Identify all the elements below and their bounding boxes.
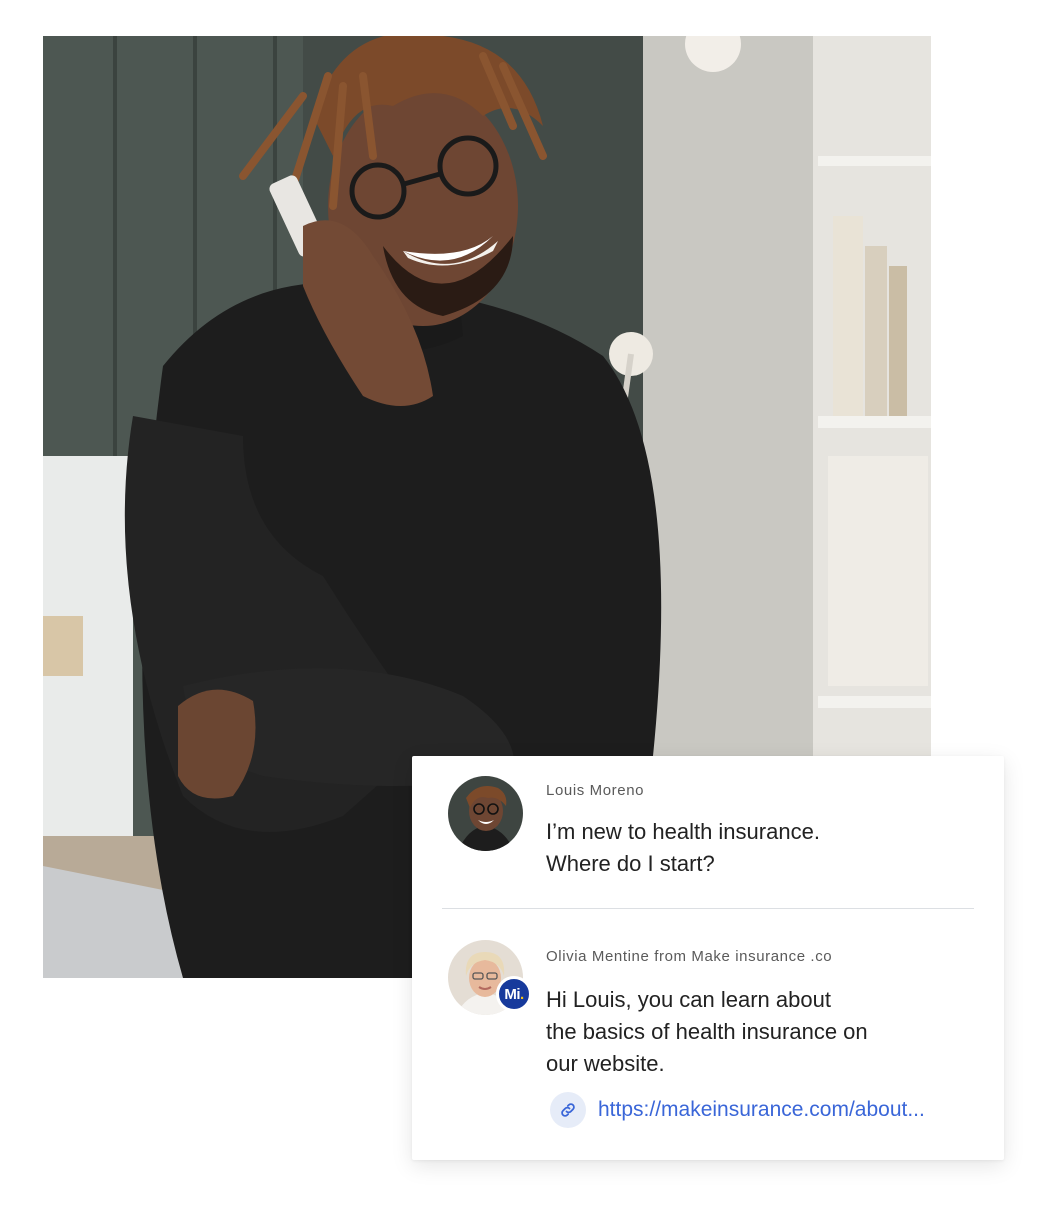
chat-card: Louis Moreno I’m new to health insurance… — [412, 756, 1004, 1160]
message-link[interactable]: https://makeinsurance.com/about... — [550, 1092, 925, 1128]
link-url[interactable]: https://makeinsurance.com/about... — [598, 1098, 925, 1122]
louis-avatar-illustration — [448, 776, 523, 851]
message-text: I’m new to health insurance. Where do I … — [546, 819, 820, 876]
sender-name: Louis Moreno — [546, 782, 645, 799]
brand-badge: Mi. — [496, 976, 532, 1012]
avatar-louis — [448, 776, 523, 851]
divider — [442, 908, 974, 909]
link-icon — [550, 1092, 586, 1128]
message-text: Hi Louis, you can learn about the basics… — [546, 987, 868, 1076]
brand-badge-text: Mi — [504, 985, 520, 1003]
brand-badge-dot: . — [520, 985, 524, 1003]
sender-name: Olivia Mentine from Make insurance .co — [546, 948, 833, 965]
